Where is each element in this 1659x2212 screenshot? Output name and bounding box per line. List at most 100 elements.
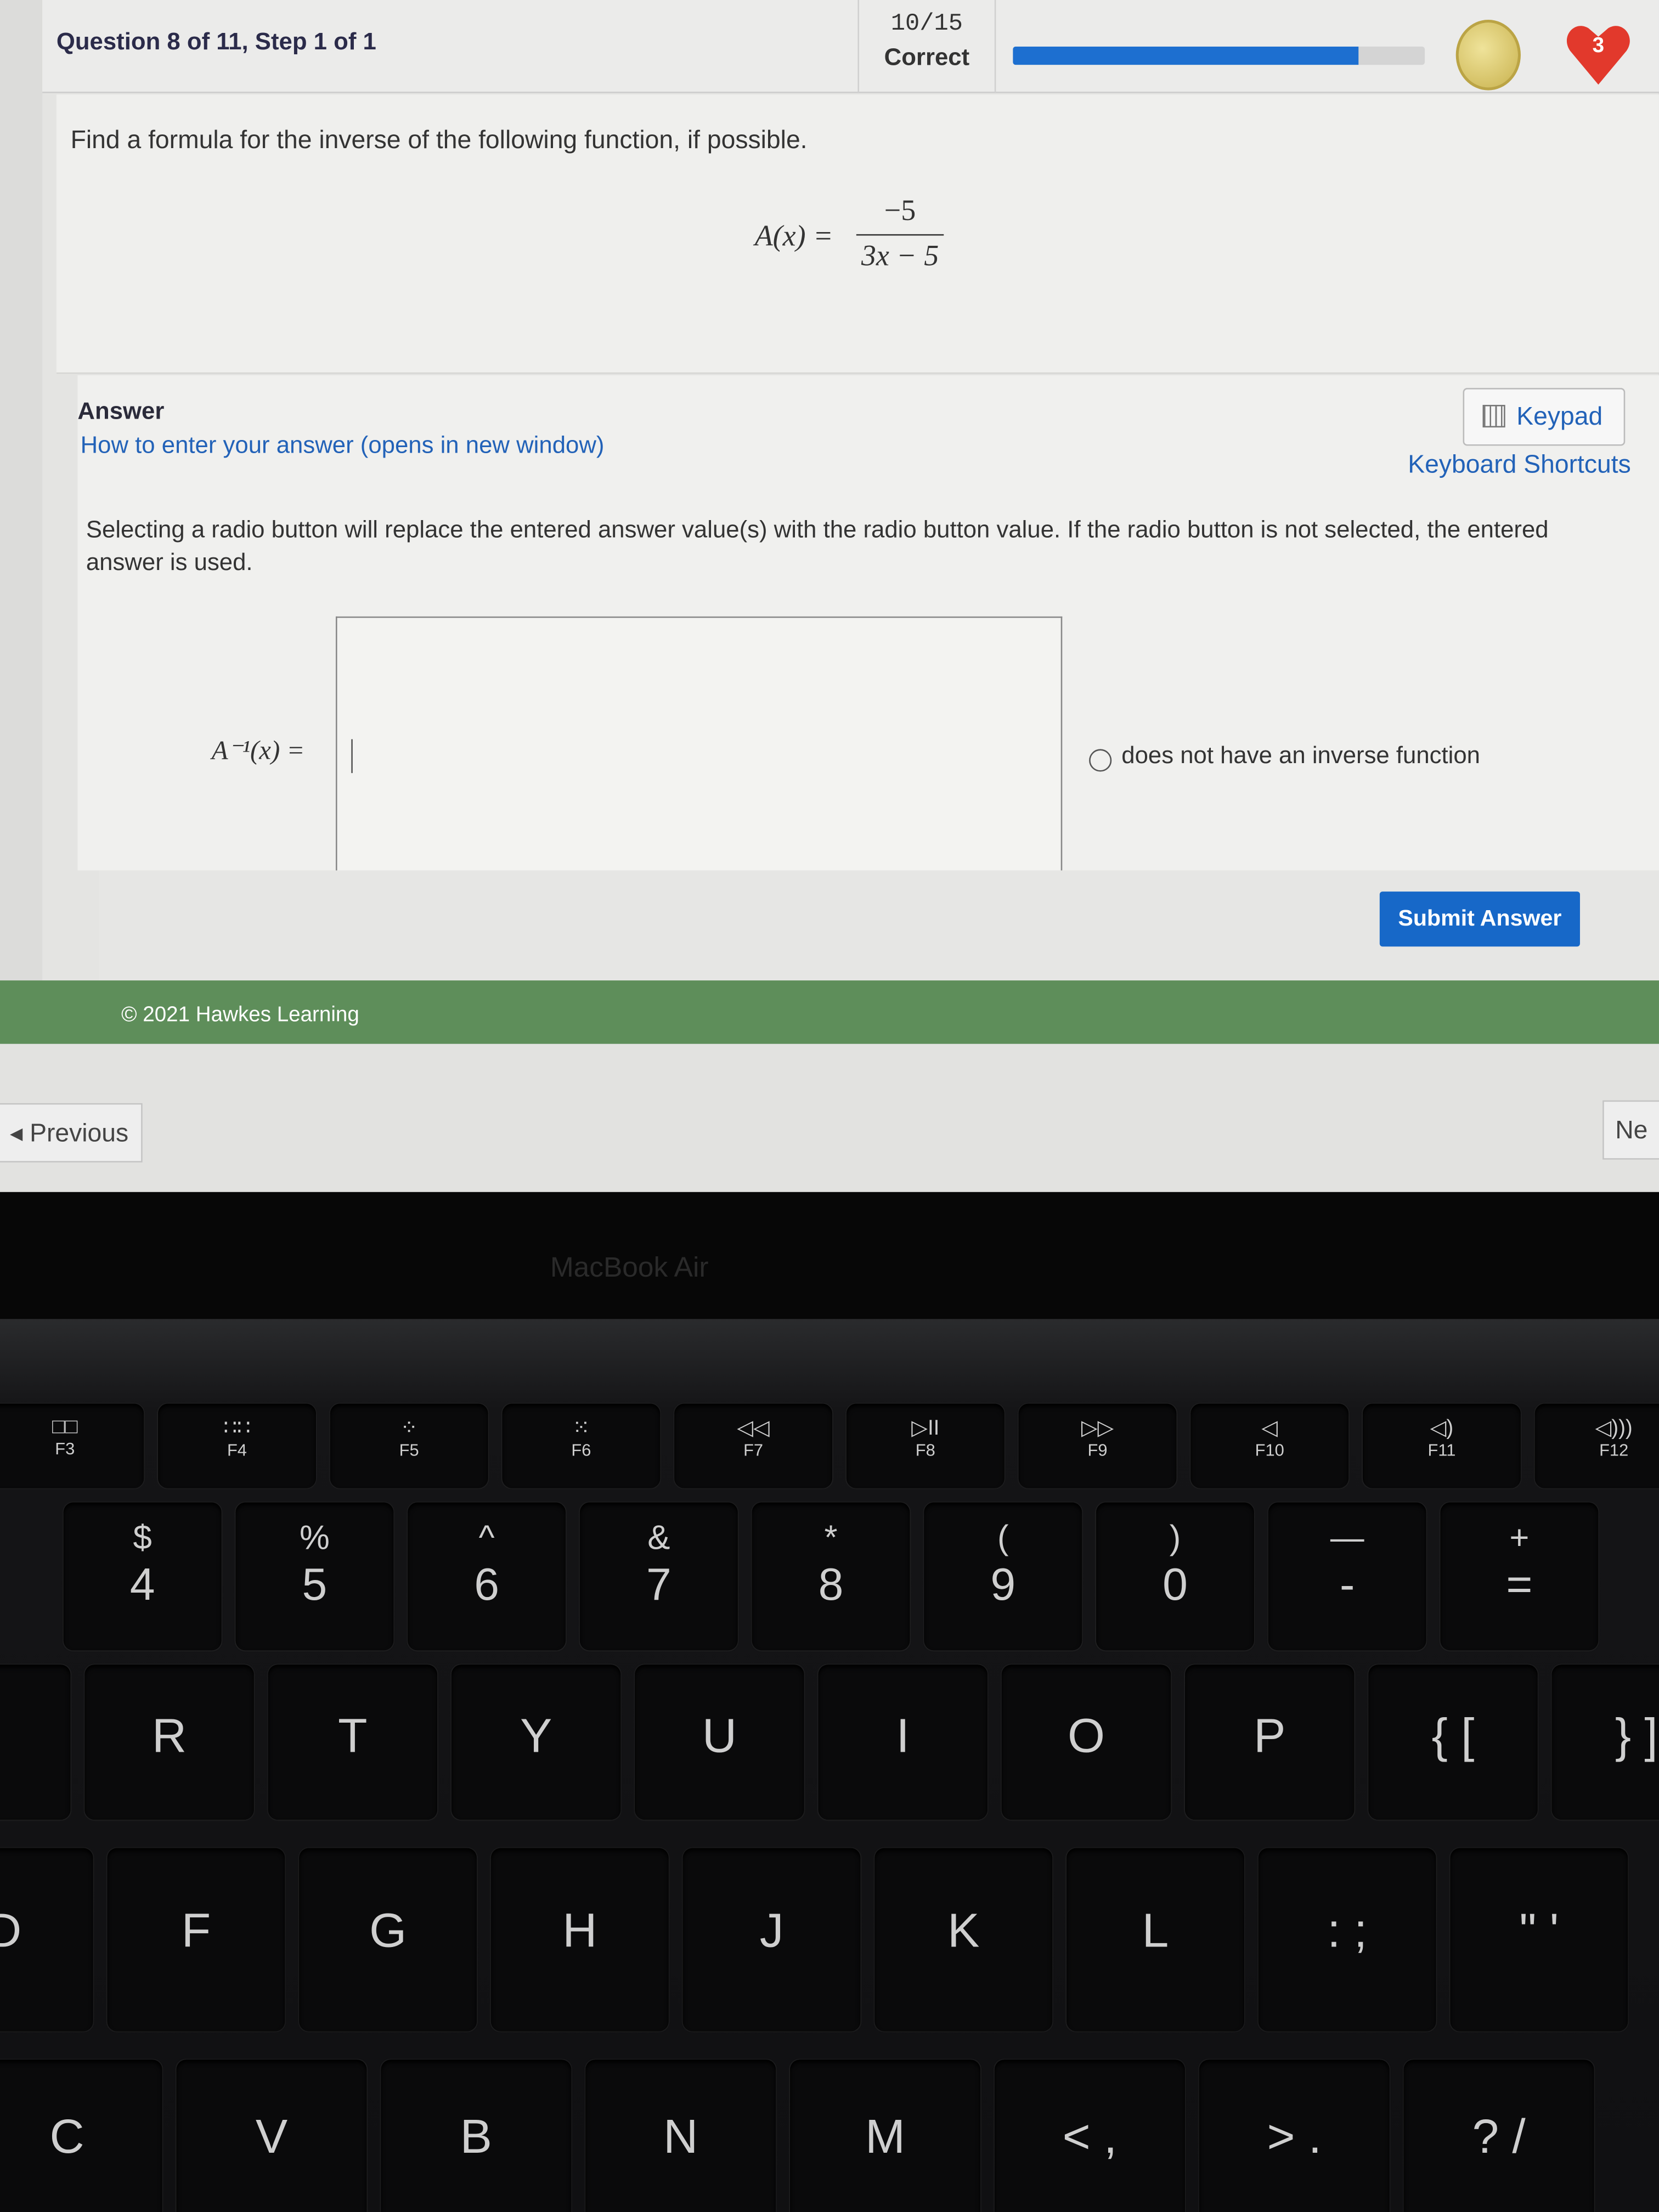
key-shift-label: % [299, 1519, 330, 1558]
key-shift-label: — [1330, 1519, 1364, 1558]
keypad-button[interactable]: Keypad [1463, 388, 1626, 446]
key-row[interactable]: N [585, 2059, 776, 2212]
key-label: F9 [1087, 1440, 1108, 1460]
key-row[interactable]: Y [451, 1664, 621, 1820]
photo-of-screen: Question 8 of 11, Step 1 of 1 10/15 Corre… [0, 0, 1659, 2212]
key-4[interactable]: $4 [63, 1502, 222, 1651]
key-label: T [338, 1709, 368, 1764]
key-f8[interactable]: ▷II F8 [846, 1403, 1005, 1488]
key-9[interactable]: (9 [924, 1502, 1082, 1651]
no-inverse-label[interactable]: does not have an inverse function [1121, 742, 1480, 770]
progress-fill [1013, 46, 1359, 65]
key-glyph-icon: ◁))) [1595, 1416, 1633, 1441]
answer-heading: Answer [77, 398, 165, 425]
key-6[interactable]: ^ 6 [408, 1502, 566, 1651]
key-label: F [181, 1904, 211, 1959]
key-row[interactable]: C [0, 2059, 162, 2212]
key-f3[interactable]: □□ F3 [0, 1403, 144, 1488]
key-label: E [0, 1710, 71, 1765]
divider [994, 0, 996, 93]
instructions: Selecting a radio button will replace th… [86, 516, 1549, 576]
keyboard-shortcuts-link[interactable]: Keyboard Shortcuts [1408, 450, 1631, 479]
key-row[interactable]: T [268, 1664, 438, 1820]
key-row[interactable]: U [635, 1664, 804, 1820]
key-5[interactable]: % 5 [235, 1502, 394, 1651]
key-label: B [460, 2110, 493, 2164]
key-shift-label: ( [997, 1519, 1009, 1558]
key-label: : ; [1327, 1904, 1368, 1959]
score-value: 10/15 [890, 11, 963, 38]
key-shift-label: & [647, 1519, 670, 1558]
navigation-bar: ◂ Previous Ne [0, 1043, 1659, 1192]
key-f11[interactable]: ◁) F11 [1362, 1403, 1521, 1488]
key-row[interactable]: } ] [1551, 1664, 1659, 1820]
key-label: F3 [55, 1438, 75, 1459]
key-row[interactable]: K [874, 1848, 1053, 2032]
key-shift-label: ) [1169, 1519, 1181, 1558]
key-row[interactable]: < , [994, 2059, 1185, 2212]
key-row[interactable]: G [299, 1848, 477, 2032]
key-7[interactable]: & 7 [579, 1502, 738, 1651]
key-row[interactable]: " ' [1450, 1848, 1628, 2032]
key-shift-label: ^ [478, 1519, 495, 1558]
help-link[interactable]: How to enter your answer (opens in new w… [81, 432, 605, 460]
key-row[interactable]: B [381, 2059, 572, 2212]
answer-input[interactable] [335, 616, 1063, 885]
browser-page: Question 8 of 11, Step 1 of 1 10/15 Corre… [0, 0, 1659, 1192]
key-row[interactable]: H [490, 1848, 669, 2032]
key-label: D [0, 1904, 93, 1959]
key-label: < , [1062, 2110, 1118, 2164]
key-row[interactable]: J [682, 1848, 861, 2032]
key-label: U [702, 1709, 737, 1764]
key-row[interactable]: ? / [1403, 2059, 1594, 2212]
key-f12[interactable]: ◁))) F12 [1534, 1403, 1659, 1488]
question-header: Question 8 of 11, Step 1 of 1 10/15 Corre… [42, 0, 1659, 93]
key-glyph-icon: □□ [52, 1415, 78, 1439]
key-=[interactable]: + = [1440, 1502, 1599, 1651]
previous-button[interactable]: ◂ Previous [0, 1103, 143, 1163]
key-8[interactable]: * 8 [752, 1502, 910, 1651]
key-shift-label: * [824, 1519, 838, 1558]
next-button[interactable]: Ne [1602, 1100, 1659, 1160]
key-label: 7 [646, 1559, 672, 1610]
key-label: M [865, 2110, 905, 2164]
key-glyph-icon: ▷II [911, 1416, 940, 1441]
key-row[interactable]: D [0, 1848, 93, 2032]
key-f9[interactable]: ▷▷ F9 [1018, 1403, 1177, 1488]
key-f4[interactable]: ∷∷ F4 [157, 1403, 316, 1488]
key-label: 0 [1163, 1559, 1188, 1610]
key-row[interactable]: L [1066, 1848, 1244, 2032]
key--[interactable]: — - [1268, 1502, 1426, 1651]
key-row[interactable]: M [789, 2059, 981, 2212]
key-row[interactable]: P [1184, 1664, 1355, 1820]
key-row[interactable]: O [1001, 1664, 1171, 1820]
key-label: F8 [915, 1440, 935, 1460]
key-label: R [151, 1709, 187, 1764]
laptop-bezel: MacBook Air [0, 1192, 1659, 1319]
key-label: F4 [227, 1440, 247, 1460]
key-row[interactable]: R [84, 1664, 254, 1820]
key-f6[interactable]: ⁙ F6 [502, 1403, 661, 1488]
key-label: > . [1267, 2110, 1322, 2164]
key-row[interactable]: { [ [1368, 1664, 1538, 1820]
copyright: © 2021 Hawkes Learning [121, 1003, 359, 1027]
key-row[interactable]: F [107, 1848, 285, 2032]
key-f10[interactable]: ◁ F10 [1190, 1403, 1349, 1488]
key-row[interactable]: : ; [1258, 1848, 1436, 2032]
key-f7[interactable]: ◁◁ F7 [674, 1403, 833, 1488]
key-glyph-icon: ◁) [1430, 1416, 1454, 1441]
key-row[interactable]: > . [1199, 2059, 1390, 2212]
key-f5[interactable]: ⁘ F5 [330, 1403, 488, 1488]
key-0[interactable]: ) 0 [1096, 1502, 1254, 1651]
key-row[interactable]: V [176, 2059, 367, 2212]
key-label: G [369, 1904, 407, 1959]
coin-icon[interactable] [1455, 19, 1521, 91]
key-glyph-icon: ▷▷ [1081, 1416, 1114, 1441]
no-inverse-radio[interactable] [1089, 749, 1112, 772]
key-label: ? / [1472, 2110, 1526, 2164]
key-row[interactable]: I [818, 1664, 988, 1820]
submit-answer-button[interactable]: Submit Answer [1379, 891, 1580, 947]
calculator-icon [1482, 404, 1505, 428]
key-row[interactable]: E [0, 1664, 71, 1820]
key-label: H [562, 1904, 597, 1959]
